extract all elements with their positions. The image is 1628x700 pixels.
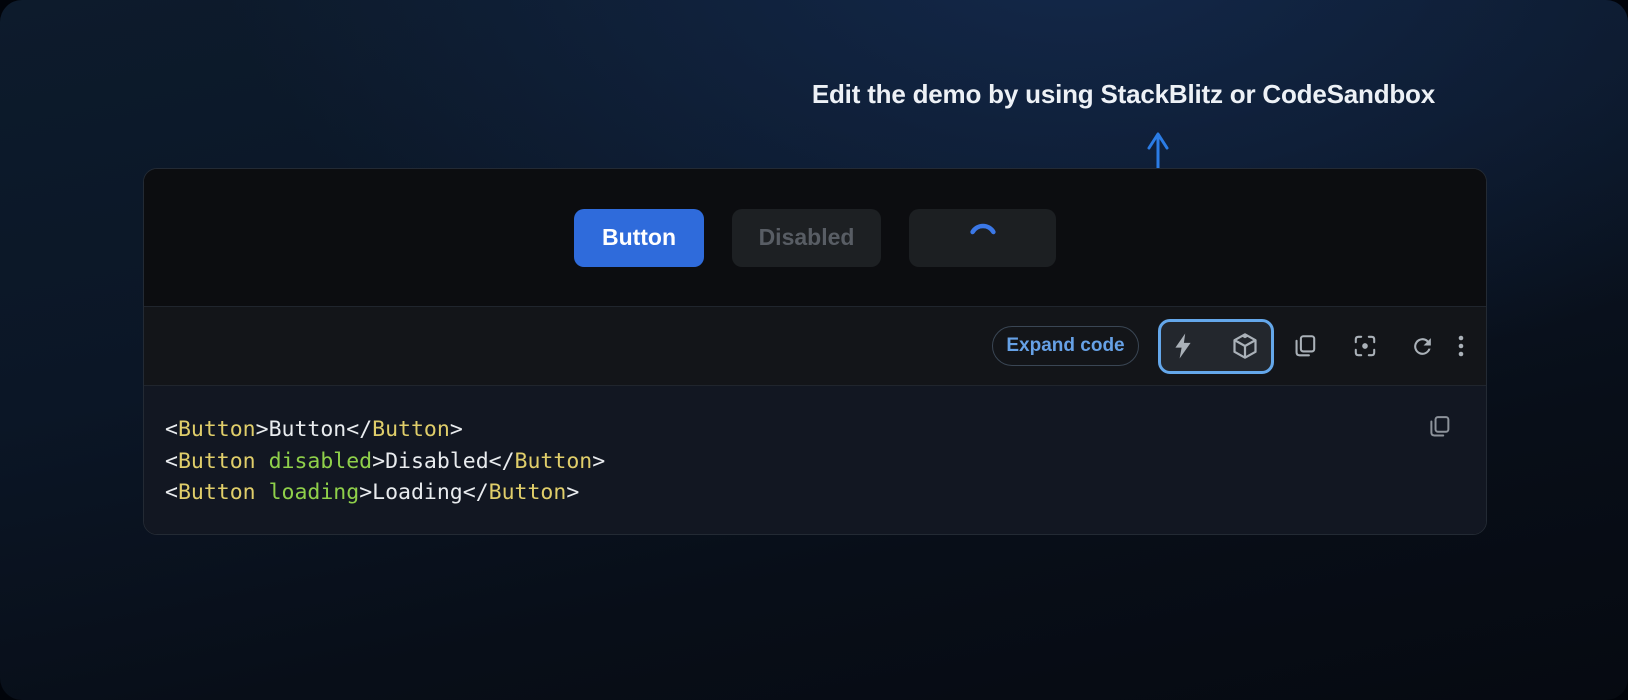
sandbox-button-group (1158, 319, 1274, 374)
codesandbox-icon (1231, 332, 1259, 360)
demo-button-disabled: Disabled (732, 209, 881, 267)
stackblitz-button[interactable] (1173, 333, 1193, 359)
code-copy-button[interactable] (1427, 414, 1452, 439)
more-options-button[interactable] (1454, 333, 1468, 359)
refresh-icon (1410, 334, 1435, 359)
code-line: <Button loading>Loading</Button> (165, 477, 1486, 509)
annotation-label: Edit the demo by using StackBlitz or Cod… (812, 78, 1435, 110)
code-line: <Button disabled>Disabled</Button> (165, 446, 1486, 478)
code-block: <Button>Button</Button><Button disabled>… (144, 386, 1486, 535)
demo-button-loading[interactable] (909, 209, 1056, 267)
demo-button-primary[interactable]: Button (574, 209, 704, 267)
arrow-head (1149, 134, 1167, 148)
code-line: <Button>Button</Button> (165, 414, 1486, 446)
demo-toolbar: Expand code (144, 306, 1486, 386)
reset-focus-icon (1352, 333, 1378, 359)
codesandbox-button[interactable] (1231, 332, 1259, 360)
code-lines: <Button>Button</Button><Button disabled>… (165, 414, 1486, 509)
demo-preview: Button Disabled (144, 169, 1486, 306)
stackblitz-icon (1173, 333, 1193, 359)
reset-focus-button[interactable] (1352, 333, 1378, 359)
copy-code-button[interactable] (1292, 333, 1318, 359)
screenshot-stage: Edit the demo by using StackBlitz or Cod… (0, 0, 1628, 700)
demo-card: Button Disabled Expand code (143, 168, 1487, 535)
loading-spinner-icon (968, 223, 998, 253)
code-pre: <Button>Button</Button><Button disabled>… (165, 414, 1486, 509)
kebab-menu-icon (1454, 333, 1468, 359)
copy-icon (1292, 333, 1318, 359)
reset-demo-button[interactable] (1410, 334, 1435, 359)
page-background: Edit the demo by using StackBlitz or Cod… (0, 0, 1628, 700)
expand-code-button[interactable]: Expand code (992, 326, 1139, 366)
copy-icon (1427, 414, 1452, 439)
